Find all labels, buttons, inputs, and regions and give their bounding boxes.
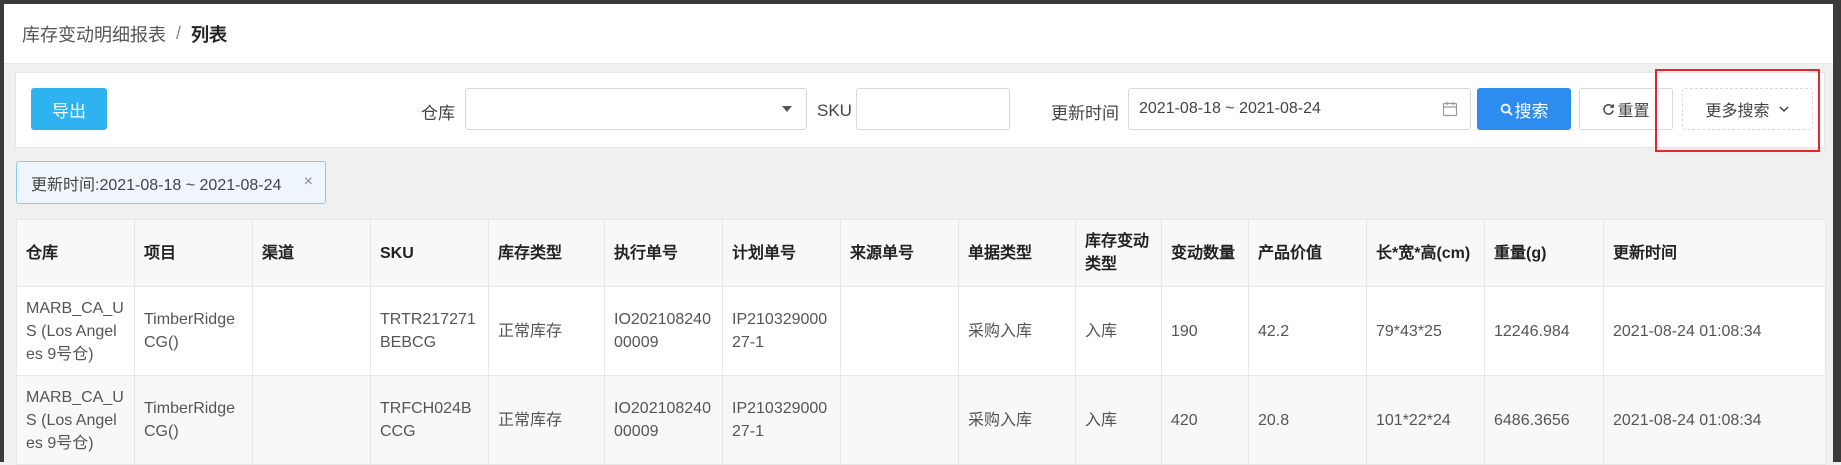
column-header: 产品价值 — [1248, 219, 1367, 287]
window-edge-left — [0, 0, 4, 462]
sku-input[interactable] — [856, 88, 1010, 130]
table-cell: IP21032900027-1 — [722, 286, 841, 376]
table-cell: 正常库存 — [488, 286, 605, 376]
table-cell: 采购入库 — [958, 286, 1076, 376]
column-header: 计划单号 — [722, 219, 841, 287]
sku-label: SKU — [817, 101, 852, 120]
inventory-change-table: 仓库 项目 渠道 SKU 库存类型 执行单号 计划单号 来源单号 单据类型 库存变动类型 变动数量产… — [16, 219, 1826, 465]
column-header: 长*宽*高(cm) — [1366, 219, 1485, 287]
column-header: 库存变动类型 — [1075, 219, 1162, 287]
table-cell: IP21032900027-1 — [722, 375, 841, 465]
column-header: 重量(g) — [1484, 219, 1604, 287]
column-header: 来源单号 — [840, 219, 959, 287]
search-bar: 导出 仓库 SKU 更新时间 2021-08-18 ~ 2021-08-24 搜… — [15, 72, 1825, 148]
table-cell: 420 — [1161, 375, 1249, 465]
calendar-icon — [1442, 102, 1458, 117]
table-cell: MARB_CA_US (Los Angeles 9号仓) — [16, 286, 135, 376]
column-header: 变动数量 — [1161, 219, 1249, 287]
table-header-row: 仓库 项目 渠道 SKU 库存类型 执行单号 计划单号 来源单号 单据类型 库存变动类型 变动数量产… — [16, 219, 1826, 287]
table-cell: IO20210824000009 — [604, 286, 723, 376]
table-cell: 2021-08-24 01:08:34 — [1603, 375, 1826, 465]
window-edge-right — [1833, 0, 1841, 462]
search-button-label: 搜索 — [1514, 101, 1549, 121]
table-cell: 2021-08-24 01:08:34 — [1603, 286, 1826, 376]
close-icon[interactable]: × — [304, 173, 313, 191]
table-cell: 101*22*24 — [1366, 375, 1485, 465]
table-cell — [252, 286, 371, 376]
column-header: 库存类型 — [488, 219, 605, 287]
breadcrumb-current: 列表 — [191, 24, 228, 45]
table-cell — [840, 375, 959, 465]
highlight-annotation-box — [1655, 69, 1820, 152]
table-cell: 190 — [1161, 286, 1249, 376]
column-header: 单据类型 — [958, 219, 1076, 287]
export-button[interactable]: 导出 — [31, 88, 107, 130]
table-cell: 入库 — [1075, 286, 1162, 376]
column-header: 仓库 — [16, 219, 135, 287]
table-cell: 6486.3656 — [1484, 375, 1604, 465]
refresh-icon — [1603, 103, 1615, 115]
table-cell: MARB_CA_US (Los Angeles 9号仓) — [16, 375, 135, 465]
column-header: 执行单号 — [604, 219, 723, 287]
column-header: 项目 — [134, 219, 253, 287]
table-cell: 入库 — [1075, 375, 1162, 465]
table-cell — [252, 375, 371, 465]
table-cell: TimberRidgeCG() — [134, 286, 253, 376]
table-cell: 正常库存 — [488, 375, 605, 465]
update-time-range-value: 2021-08-18 ~ 2021-08-24 — [1139, 100, 1321, 117]
table-cell: 20.8 — [1248, 375, 1367, 465]
table-row[interactable]: MARB_CA_US (Los Angeles 9号仓) TimberRidgeC… — [16, 286, 1826, 376]
column-header: 更新时间 — [1603, 219, 1826, 287]
table-cell: TRTR217271BEBCG — [370, 286, 489, 376]
reset-button-label: 重置 — [1617, 103, 1650, 120]
table-cell: 42.2 — [1248, 286, 1367, 376]
table-cell: TimberRidgeCG() — [134, 375, 253, 465]
table-cell: 采购入库 — [958, 375, 1076, 465]
table-cell — [840, 286, 959, 376]
table-cell: 12246.984 — [1484, 286, 1604, 376]
column-header: SKU — [370, 219, 489, 287]
update-time-label: 更新时间 — [1051, 103, 1119, 123]
table-row[interactable]: MARB_CA_US (Los Angeles 9号仓) TimberRidgeC… — [16, 375, 1826, 465]
active-filter-text: 更新时间:2021-08-18 ~ 2021-08-24 — [31, 176, 282, 194]
breadcrumb-separator: / — [176, 23, 182, 43]
breadcrumb-parent[interactable]: 库存变动明细报表 — [22, 21, 166, 47]
column-header: 渠道 — [252, 219, 371, 287]
table-cell: TRFCH024BCCG — [370, 375, 489, 465]
breadcrumb: 库存变动明细报表 / 列表 — [4, 4, 1833, 64]
caret-down-icon — [782, 106, 792, 112]
table-cell: 79*43*25 — [1366, 286, 1485, 376]
warehouse-label: 仓库 — [421, 103, 455, 123]
warehouse-select[interactable] — [465, 88, 807, 130]
table-cell: IO20210824000009 — [604, 375, 723, 465]
active-filter-tag: 更新时间:2021-08-18 ~ 2021-08-24 × — [16, 161, 326, 204]
search-icon — [1500, 103, 1513, 116]
update-time-range-picker[interactable]: 2021-08-18 ~ 2021-08-24 — [1128, 88, 1471, 130]
search-button[interactable]: 搜索 — [1477, 88, 1571, 130]
